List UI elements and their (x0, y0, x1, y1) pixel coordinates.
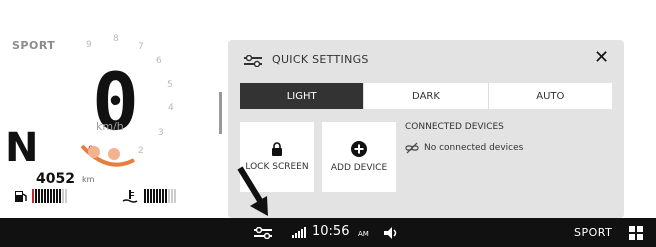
quick-settings-title: QUICK SETTINGS (272, 53, 369, 66)
theme-option-dark[interactable]: DARK (363, 83, 487, 109)
ride-mode-label: SPORT (12, 39, 56, 52)
volume-icon[interactable] (383, 226, 399, 240)
odometer-value: 4052 (36, 171, 75, 187)
connected-devices-text: No connected devices (424, 143, 524, 153)
speed-unit: km/h (96, 120, 124, 133)
add-device-label: ADD DEVICE (330, 162, 388, 173)
coolant-temp-icon (122, 190, 138, 203)
cluster-divider (219, 92, 222, 134)
theme-selector: LIGHT DARK AUTO (240, 83, 612, 109)
lock-icon (272, 141, 282, 156)
status-ride-mode: SPORT (574, 226, 613, 239)
quick-settings-panel: QUICK SETTINGS ✕ LIGHT DARK AUTO LOCK SC… (228, 40, 624, 218)
close-icon[interactable]: ✕ (594, 47, 609, 68)
signal-strength-icon (292, 227, 306, 238)
status-bar: 10:56 AM SPORT (0, 218, 656, 247)
clock-ampm: AM (358, 230, 369, 238)
quick-settings-icon (244, 55, 262, 67)
theme-option-auto[interactable]: AUTO (487, 83, 612, 109)
rpm-tick-4: 4 (168, 103, 174, 113)
add-circle-icon (351, 140, 367, 157)
app-grid-icon[interactable] (629, 226, 643, 240)
add-device-button[interactable]: ADD DEVICE (322, 122, 396, 192)
odometer-unit: km (82, 175, 95, 184)
fuel-icon (15, 191, 27, 202)
theme-option-light[interactable]: LIGHT (240, 83, 364, 109)
rpm-tick-6: 6 (156, 56, 162, 66)
rpm-tick-9: 9 (86, 40, 92, 50)
fuel-gauge (32, 189, 67, 203)
instrument-cluster: SPORT 9 8 7 6 5 4 3 2 1 0 0 km/h N 4052 … (0, 0, 230, 218)
connected-devices-heading: CONNECTED DEVICES (405, 122, 504, 132)
rpm-tick-8: 8 (113, 34, 119, 44)
clock-time: 10:56 (312, 224, 350, 239)
rpm-tick-5: 5 (167, 80, 173, 90)
pointer-arrow-icon (237, 166, 268, 216)
rpm-tick-7: 7 (138, 42, 144, 52)
gear-indicator: N (5, 125, 39, 171)
coolant-temp-gauge (144, 189, 176, 203)
quick-settings-toggle-icon[interactable] (254, 227, 272, 239)
unlinked-icon (405, 142, 419, 154)
rpm-tick-3: 3 (158, 128, 164, 138)
connected-devices-status: No connected devices (405, 142, 523, 154)
